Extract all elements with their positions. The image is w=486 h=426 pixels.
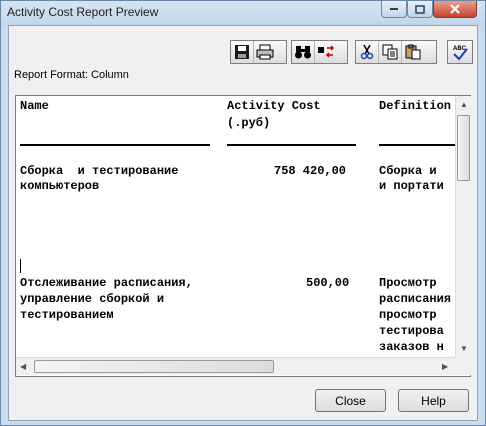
copy-icon — [382, 44, 398, 60]
vertical-scroll-thumb[interactable] — [457, 115, 470, 181]
scroll-right-icon[interactable]: ▶ — [442, 362, 448, 372]
row-definition-line: тестирова — [379, 324, 444, 338]
text-cursor — [20, 259, 21, 273]
header-underline-cost — [227, 144, 356, 146]
row-definition-line: и портати — [379, 179, 444, 193]
toolbar-spelling-group: ABC — [447, 40, 473, 64]
scroll-left-icon[interactable]: ◀ — [20, 362, 26, 372]
find-icon — [295, 46, 311, 59]
title-bar[interactable]: Activity Cost Report Preview — [1, 1, 485, 25]
row-cost: 758 420,00 — [274, 164, 347, 178]
cut-button[interactable] — [356, 41, 378, 63]
toolbar-file-group — [230, 40, 287, 64]
replace-icon — [318, 45, 335, 58]
replace-button[interactable] — [314, 41, 337, 63]
column-header-definition: Definition — [379, 99, 452, 113]
maximize-icon — [415, 4, 425, 14]
help-button[interactable]: Help — [398, 389, 469, 412]
horizontal-scrollbar[interactable]: ◀ ▶ — [16, 357, 455, 375]
print-icon — [256, 44, 274, 60]
column-header-cost-unit: (.руб) — [227, 116, 271, 130]
save-icon — [235, 45, 249, 59]
row-definition-line: заказов н — [379, 340, 444, 354]
scrollbar-corner — [455, 357, 471, 375]
header-underline-definition — [379, 144, 459, 146]
toolbar-edit-group — [355, 40, 437, 64]
window-title: Activity Cost Report Preview — [7, 5, 159, 19]
report-preview-area[interactable]: Name Activity Cost (.руб) Definition Сбо… — [15, 95, 471, 377]
column-header-name: Name — [20, 99, 49, 113]
close-icon — [450, 4, 460, 14]
close-window-button[interactable] — [433, 1, 477, 18]
row-cost: 500,00 — [306, 276, 350, 290]
minimize-icon — [390, 8, 398, 10]
row-name-line: компьютеров — [20, 179, 100, 193]
row-name-line: Сборка и тестирование — [20, 164, 179, 178]
row-definition-line: расписания — [379, 292, 452, 306]
spellcheck-icon: ABC — [453, 46, 468, 61]
paste-button[interactable] — [401, 41, 424, 63]
scroll-up-icon[interactable]: ▲ — [460, 100, 468, 110]
row-name-line: управление сборкой и — [20, 292, 165, 306]
column-header-cost: Activity Cost — [227, 99, 321, 113]
report-preview-window: Activity Cost Report Preview ABC Report … — [0, 0, 486, 426]
vertical-scrollbar[interactable]: ▲ ▼ — [455, 96, 471, 357]
header-underline-name — [20, 144, 210, 146]
paste-icon — [405, 44, 421, 60]
horizontal-scroll-thumb[interactable] — [34, 360, 274, 373]
cut-icon — [360, 44, 374, 60]
copy-button[interactable] — [378, 41, 401, 63]
row-definition-line: просмотр — [379, 308, 444, 322]
row-definition-line: Просмотр — [379, 276, 444, 290]
find-button[interactable] — [292, 41, 314, 63]
report-format-label: Report Format: Column — [14, 69, 129, 81]
row-definition-line: Сборка и — [379, 164, 437, 178]
row-name-line: Отслеживание расписания, — [20, 276, 193, 290]
save-button[interactable] — [231, 41, 253, 63]
spellcheck-button[interactable]: ABC — [448, 41, 472, 63]
scroll-down-icon[interactable]: ▼ — [460, 344, 468, 354]
row-name-line: тестированием — [20, 308, 114, 322]
print-button[interactable] — [253, 41, 276, 63]
minimize-button[interactable] — [381, 1, 407, 18]
toolbar-search-group — [291, 40, 348, 64]
maximize-button[interactable] — [407, 1, 433, 18]
close-button[interactable]: Close — [315, 389, 386, 412]
